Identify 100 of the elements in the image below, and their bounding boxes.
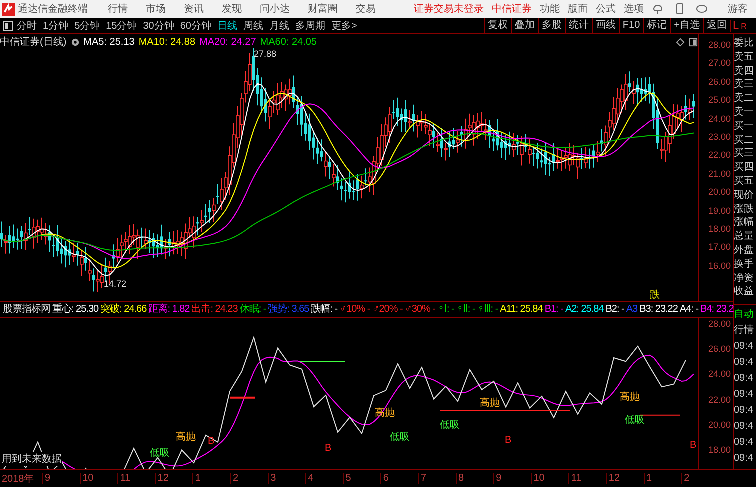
signal-label: 低吸 — [625, 414, 645, 427]
menu-item[interactable]: 版面 — [568, 2, 588, 16]
moving-average-reading: MA5: 25.13 — [84, 36, 135, 48]
indicator-reading: 突破: 24.66 — [100, 303, 147, 316]
quote-label: 换手 — [734, 258, 755, 272]
date-axis-label: 12 — [154, 473, 192, 484]
menu-item[interactable]: 功能 — [540, 2, 560, 16]
panel-toggle-icon[interactable] — [3, 20, 13, 30]
toolbar-button[interactable]: 统计 — [564, 18, 592, 33]
price-axis-label: 27.00 — [708, 57, 732, 70]
toolbar-button[interactable]: 复权 — [484, 18, 511, 33]
price-axis-label: 19.00 — [708, 204, 732, 218]
price-axis-label: 24.00 — [708, 112, 732, 126]
indicator-reading: ♂30% - — [404, 303, 436, 316]
trade-time: 09:4 — [734, 420, 754, 434]
date-axis-label: 2018年 — [1, 472, 36, 486]
quote-label: 委比 — [734, 37, 755, 51]
menu-item[interactable]: 发现 — [222, 2, 242, 16]
date-axis-label: 7 — [418, 473, 456, 484]
date-axis-label: 9 — [493, 473, 531, 484]
quote-label: 卖一 — [734, 106, 755, 120]
date-axis-label: 9 — [42, 473, 80, 484]
indicator-reading: A3 — [626, 303, 638, 316]
phone-icon[interactable] — [674, 3, 686, 15]
date-axis-label: 12 — [606, 473, 644, 484]
price-axis-label: 17.00 — [708, 241, 732, 254]
menu-item[interactable]: 公式 — [596, 2, 616, 16]
login-status[interactable]: 证券交易未登录 — [414, 2, 484, 16]
period-tab[interactable]: 分时 — [17, 18, 37, 32]
signal-label: B — [208, 436, 215, 447]
menu-item[interactable]: 选项 — [624, 2, 644, 16]
price-axis-label: 18.00 — [708, 444, 732, 457]
corner-label: R — [741, 22, 747, 30]
trade-time: 09:4 — [734, 436, 754, 450]
period-tab[interactable]: 60分钟 — [180, 18, 212, 32]
menu-item[interactable]: 行情 — [108, 2, 128, 16]
level-line — [300, 361, 346, 362]
indicator-reading: A4: - — [680, 303, 699, 316]
period-tab[interactable]: 更多> — [332, 18, 358, 32]
toolbar-button[interactable]: 多股 — [538, 18, 565, 33]
indicator-reading: ♀Ⅰ: - — [438, 303, 454, 316]
period-tab[interactable]: 月线 — [270, 18, 290, 32]
period-tab[interactable]: 多周期 — [296, 18, 326, 32]
high-price-label: 27.88 — [254, 49, 277, 59]
quote-tab[interactable]: 自动 — [734, 307, 756, 323]
broker-name[interactable]: 中信证券 — [492, 2, 532, 16]
period-tab[interactable]: 周线 — [244, 18, 264, 32]
menu-item[interactable]: 交易 — [356, 2, 376, 16]
toolbar-button[interactable]: 返回 — [703, 18, 730, 33]
signal-label: 跌 — [650, 288, 660, 302]
diamond-icon[interactable] — [676, 38, 685, 46]
indicator-reading: 跌幅: - — [311, 303, 338, 316]
indicator-reading: 休眠: - — [240, 303, 266, 316]
period-tab[interactable]: 30分钟 — [143, 18, 174, 32]
user-name[interactable]: 游客 — [728, 2, 748, 16]
indicator-note: 用到未来数据 — [2, 452, 62, 466]
toolbar-button[interactable]: 叠加 — [510, 18, 538, 33]
signal-label: 低吸 — [150, 447, 170, 460]
toolbar-button[interactable]: +自选 — [670, 18, 703, 33]
quote-label: 买二 — [734, 134, 755, 148]
indicator-reading: ♂20% - — [372, 303, 403, 316]
cloud-icon[interactable] — [652, 3, 664, 15]
menu-item[interactable]: 市场 — [146, 2, 166, 16]
indicator-reading: B4: 23.2 — [700, 303, 734, 316]
date-axis-label: 2 — [230, 473, 268, 484]
level-line — [230, 396, 255, 399]
signal-label: 低吸 — [390, 431, 410, 444]
indicator-title: 股票指标网 — [3, 303, 50, 316]
low-price-label: 14.72 — [104, 279, 127, 289]
price-axis-label: 26.00 — [708, 343, 732, 356]
price-axis-label: 28.00 — [708, 318, 732, 331]
indicator-reading: ♀Ⅲ: - — [477, 303, 498, 316]
quote-tab[interactable]: 行情 — [734, 323, 756, 339]
price-axis-label: 26.00 — [708, 76, 732, 89]
price-axis-label: 24.00 — [708, 368, 732, 382]
trade-time: 09:4 — [734, 356, 754, 370]
trade-time: 09:4 — [734, 340, 754, 354]
period-tab[interactable]: 1分钟 — [43, 18, 69, 32]
toolbar-button[interactable]: F10 — [618, 18, 644, 33]
logo-icon — [2, 2, 15, 16]
window-icon[interactable] — [689, 38, 698, 46]
signal-label: B — [325, 443, 332, 454]
menu-item[interactable]: 问小达 — [260, 2, 290, 16]
price-axis-label: 23.00 — [708, 130, 732, 144]
menu-item[interactable]: 资讯 — [184, 2, 204, 16]
period-tab[interactable]: 日线 — [218, 18, 238, 32]
settings-icon[interactable] — [70, 38, 80, 46]
signal-label: B — [690, 440, 697, 451]
quote-label: 卖三 — [734, 78, 755, 92]
date-axis-label: 1 — [192, 473, 230, 484]
menu-item[interactable]: 财富圈 — [308, 2, 338, 16]
period-tab[interactable]: 15分钟 — [106, 18, 138, 32]
quote-label: 收益 — [734, 285, 755, 300]
trade-time: 09:4 — [734, 404, 754, 418]
period-tab[interactable]: 5分钟 — [74, 18, 100, 32]
chat-icon[interactable] — [696, 3, 708, 15]
toolbar-button[interactable]: 画线 — [592, 18, 619, 33]
indicator-reading: B2: - — [606, 303, 624, 316]
toolbar-button[interactable]: 标记 — [643, 18, 670, 33]
quote-label: 卖四 — [734, 64, 755, 78]
